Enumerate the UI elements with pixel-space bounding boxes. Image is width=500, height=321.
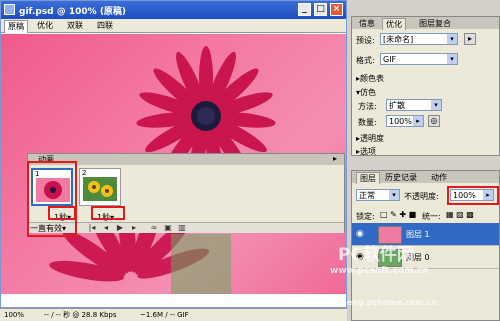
preset-label: 预设: [356,36,375,45]
lock-label: 锁定: [356,212,375,221]
minimize-icon[interactable]: _ [298,3,311,16]
watermark-url: www.pcsoft.com.cn [330,266,429,276]
highlight-frames-box [27,161,77,237]
close-icon[interactable]: × [330,3,343,16]
transparency-section[interactable]: ▸透明度 [356,133,384,144]
blend-mode-select[interactable]: 正常 ▾ [356,189,400,201]
unify-icons[interactable]: ▦ ▨ ▩ [446,210,474,219]
document-view-tabs: 原稿 优化 双联 四联 [1,19,346,33]
file-size: ~1.6M / -- GIF [140,311,189,319]
color-table-section[interactable]: ▸颜色表 [356,73,384,84]
prev-frame-icon[interactable]: ◂ [100,223,112,233]
next-frame-icon[interactable]: ▸ [128,223,140,233]
document-title: gif.psd @ 100% (原稿) [19,7,127,17]
tab-history[interactable]: 历史记录 [382,172,420,183]
preset-select[interactable]: [未命名] ▾ [380,33,458,45]
tab-info[interactable]: 信息 [356,18,378,29]
highlight-delay-1-box [48,206,76,220]
tab-actions[interactable]: 动作 [428,172,450,183]
eye-icon[interactable]: ◉ [356,229,364,239]
options-section[interactable]: ▸选项 [356,146,376,157]
download-time: -- / -- 秒 @ 28.8 Kbps [44,311,117,319]
save-preset-icon[interactable]: ▸ [464,33,476,45]
animation-frame-2[interactable]: 2 [79,168,121,206]
chevron-down-icon: ▾ [431,100,441,110]
statusbar: 100% -- / -- 秒 @ 28.8 Kbps ~1.6M / -- GI… [0,308,347,321]
chevron-down-icon: ▾ [447,34,457,44]
watermark-brand: PC软件网 [338,245,414,265]
opacity-label: 不透明度: [404,192,439,201]
panel-menu-icon[interactable]: ▸ [333,154,337,163]
highlight-opacity-box [447,186,499,205]
document-window: gif.psd @ 100% (原稿) _ □ × 原稿 优化 双联 四联 动画… [0,0,347,308]
amount-label: 数量: [358,118,377,127]
zoom-level[interactable]: 100% [4,309,24,321]
format-select[interactable]: GIF ▾ [380,53,458,65]
tab-optimize[interactable]: 优化 [382,18,406,30]
layers-panel-tabs: 图层 历史记录 动作 [352,171,499,184]
duplicate-frame-icon[interactable]: ▣ [162,223,174,233]
maximize-icon[interactable]: □ [314,3,327,16]
tab-original[interactable]: 原稿 [4,20,28,33]
first-frame-icon[interactable]: |◂ [86,223,98,233]
format-label: 格式: [356,56,375,65]
tab-layer-comps[interactable]: 图层复合 [416,18,454,29]
lock-icons[interactable]: □ ✎ ✚ ■ [380,210,416,219]
chevron-down-icon: ▾ [447,54,457,64]
optimize-panel-tabs: 信息 优化 图层复合 [352,17,499,30]
chevron-down-icon: ▾ [389,190,399,200]
watermark-extra: jiaocheng.pchome.com.cn [320,298,438,307]
chevron-right-icon: ▸ [413,116,423,126]
method-label: 方法: [358,102,377,111]
highlight-delay-2-box [91,206,125,220]
trash-icon[interactable]: ▥ [176,223,188,233]
play-icon[interactable]: ▶ [114,223,126,233]
mask-icon[interactable]: ◎ [428,115,440,127]
tab-optimized[interactable]: 优化 [34,20,56,32]
dither-section[interactable]: ▾仿色 [356,87,376,98]
unify-label: 统一: [422,212,441,221]
tab-layers[interactable]: 图层 [356,172,380,184]
tween-icon[interactable]: ∞ [148,223,160,233]
frame-2-thumbnail [83,177,117,201]
method-select[interactable]: 扩散 ▾ [386,99,442,111]
tab-4up[interactable]: 四联 [94,20,116,32]
amount-input[interactable]: 100% ▸ [386,115,424,127]
optimize-panel: 信息 优化 图层复合 预设: [未命名] ▾ ▸ 格式: GIF ▾ ▸颜色表 ▾仿… [351,16,500,156]
document-icon [4,4,15,15]
tab-2up[interactable]: 双联 [64,20,86,32]
document-titlebar[interactable]: gif.psd @ 100% (原稿) _ □ × [1,1,346,19]
